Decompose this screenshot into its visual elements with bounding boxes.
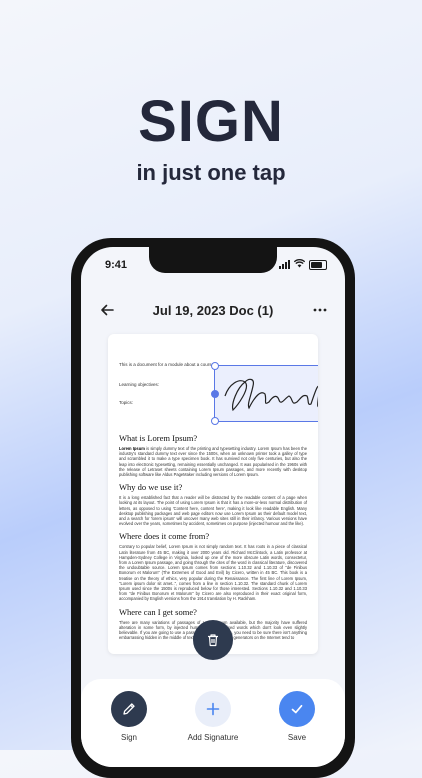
plus-icon [206,702,220,716]
meta-line: Topics: [119,400,134,405]
section-text: is simply dummy text of the printing and… [119,446,307,478]
resize-handle[interactable] [211,417,219,425]
save-label: Save [287,733,307,742]
section-heading: Where can I get some? [119,606,197,617]
section-heading: Why do we use it? [119,482,183,493]
section-paragraph: Lorem Ipsum is simply dummy text of the … [119,446,307,477]
check-icon [291,704,303,714]
sign-tool-label: Sign [120,733,137,742]
wifi-icon [293,259,306,270]
subheadline: in just one tap [136,160,286,185]
document-title: Jul 19, 2023 Doc (1) [152,303,274,318]
section-heading: Where does it come from? [119,531,210,542]
save-button[interactable]: Save [257,691,337,742]
cellular-signal-icon [279,260,290,269]
resize-handle[interactable] [211,362,219,370]
notch [149,247,277,273]
signature-drawing [224,378,318,412]
sign-tool-button[interactable]: Sign [89,691,169,742]
add-signature-circle [195,691,231,727]
more-icon[interactable] [313,299,327,315]
add-signature-button[interactable]: Add Signature [173,691,253,742]
headline: SIGN [138,89,284,154]
document-body: What is Lorem Ipsum? Lorem Ipsum is simp… [119,428,307,640]
meta-line: This is a document for a module about a … [119,362,216,367]
status-icons [279,259,327,270]
battery-icon [309,259,327,270]
bottom-toolbar: Sign Add Signature Save [81,679,345,767]
section-paragraph: Contrary to popular belief, Lorem Ipsum … [119,544,307,602]
phone-screen: 9:41 Jul 19, 2023 Doc (1) This is a docu… [81,247,345,767]
delete-button[interactable] [193,620,233,660]
sign-tool-circle [111,691,147,727]
resize-handle[interactable] [211,390,219,398]
meta-line: Learning objectives: [119,382,160,387]
status-time: 9:41 [105,259,128,271]
section-heading: What is Lorem Ipsum? [119,433,198,443]
save-circle [279,691,315,727]
pen-icon [123,703,135,715]
placed-signature[interactable] [211,362,318,425]
phone-frame: 9:41 Jul 19, 2023 Doc (1) This is a docu… [71,238,355,778]
document-page[interactable]: This is a document for a module about a … [108,334,318,654]
trash-icon [208,634,218,647]
add-signature-label: Add Signature [187,733,239,742]
section-paragraph: It is a long established fact that a rea… [119,495,307,527]
